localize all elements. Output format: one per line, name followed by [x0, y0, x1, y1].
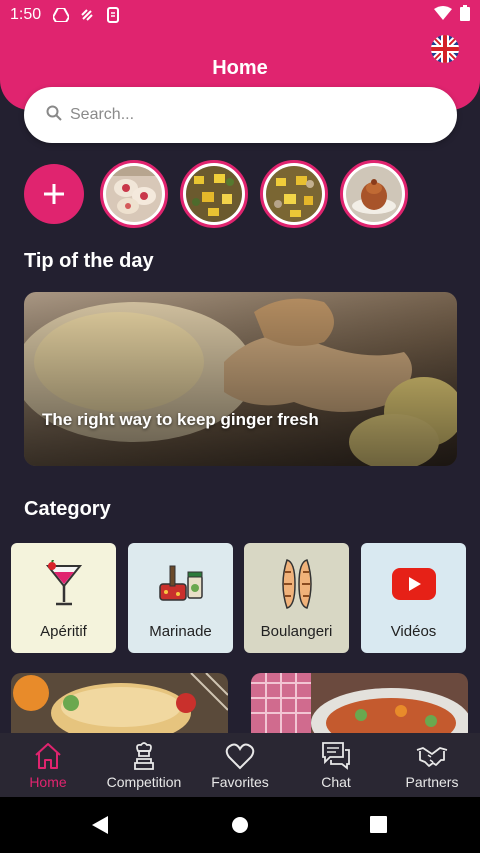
category-aperitif[interactable]: Apéritif — [11, 543, 116, 653]
drive-icon — [53, 7, 70, 23]
story-image — [186, 166, 242, 222]
search-input[interactable] — [70, 106, 430, 124]
wifi-icon — [434, 5, 452, 25]
tip-section-title: Tip of the day — [24, 250, 154, 272]
category-boulangeri[interactable]: Boulangeri — [244, 543, 349, 653]
nav-competition[interactable]: Competition — [96, 733, 192, 797]
storage-icon — [105, 7, 121, 23]
chat-icon — [321, 741, 351, 771]
story-item[interactable] — [100, 160, 168, 228]
nav-partners[interactable]: Partners — [384, 733, 480, 797]
youtube-icon — [391, 559, 436, 609]
feed-card-image — [251, 673, 468, 733]
link-icon — [79, 7, 95, 23]
bread-icon — [277, 559, 317, 609]
nav-label: Chat — [321, 774, 351, 790]
category-section-title: Category — [24, 498, 111, 520]
nav-label: Home — [29, 774, 67, 790]
category-videos[interactable]: Vidéos — [361, 543, 466, 653]
cocktail-icon — [44, 559, 84, 609]
bottom-nav: Home Competition Favorites Chat Partners — [0, 733, 480, 797]
battery-icon — [460, 4, 470, 26]
tip-card[interactable]: The right way to keep ginger fresh — [24, 292, 457, 466]
nav-chat[interactable]: Chat — [288, 733, 384, 797]
category-marinade[interactable]: Marinade — [128, 543, 233, 653]
feed-card-image — [11, 673, 228, 733]
status-bar: 1:50 — [0, 0, 480, 30]
category-label: Vidéos — [390, 623, 437, 640]
status-time: 1:50 — [10, 6, 42, 23]
story-image — [106, 166, 162, 222]
tip-card-image — [24, 292, 457, 466]
nav-label: Favorites — [211, 774, 269, 790]
nav-favorites[interactable]: Favorites — [192, 733, 288, 797]
page-title: Home — [212, 57, 268, 79]
add-story-button[interactable] — [24, 164, 84, 224]
back-icon[interactable] — [92, 816, 108, 839]
story-item[interactable] — [180, 160, 248, 228]
search-icon — [46, 105, 62, 126]
uk-flag-icon[interactable] — [431, 35, 459, 63]
category-label: Boulangeri — [260, 623, 333, 640]
tip-card-title: The right way to keep ginger fresh — [42, 410, 319, 429]
nav-label: Competition — [106, 774, 182, 790]
handshake-icon — [416, 741, 448, 771]
system-nav-bar — [0, 797, 480, 853]
chef-trophy-icon — [129, 741, 159, 771]
marinade-icon — [158, 559, 204, 609]
feed-card[interactable] — [11, 673, 228, 733]
category-label: Apéritif — [40, 623, 87, 640]
category-label: Marinade — [149, 623, 212, 640]
nav-home[interactable]: Home — [0, 733, 96, 797]
feed-card[interactable] — [251, 673, 468, 733]
search-bar[interactable] — [24, 87, 457, 143]
heart-icon — [225, 741, 255, 771]
story-image — [266, 166, 322, 222]
story-item[interactable] — [340, 160, 408, 228]
plus-icon — [44, 184, 64, 204]
home-circle-icon[interactable] — [231, 816, 249, 839]
recents-icon[interactable] — [370, 816, 387, 838]
home-icon — [33, 741, 63, 771]
nav-label: Partners — [405, 774, 459, 790]
story-item[interactable] — [260, 160, 328, 228]
story-image — [346, 166, 402, 222]
